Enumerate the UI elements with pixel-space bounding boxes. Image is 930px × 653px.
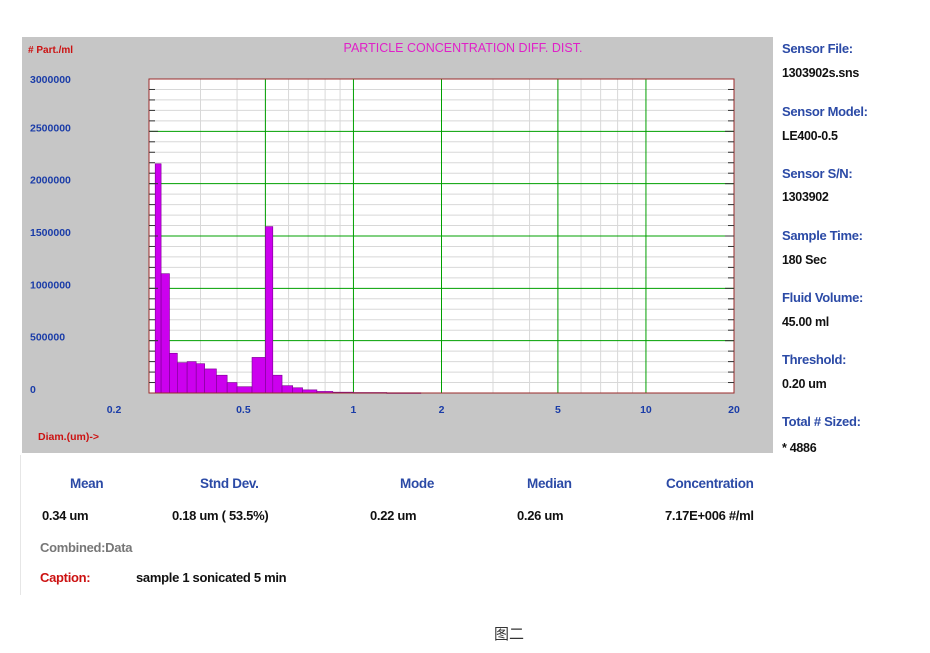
x-tick-label: 20 — [728, 404, 740, 416]
caption-text: sample 1 sonicated 5 min — [136, 570, 287, 585]
bar-10 — [236, 386, 253, 394]
total-sized-value: * 4886 — [782, 441, 817, 455]
concentration-value: 7.17E+006 #/ml — [665, 508, 754, 523]
bar-1 — [154, 163, 162, 394]
bar-8 — [216, 374, 228, 394]
chart-panel: 3000000 2500000 2000000 1500000 1000000 50000… — [22, 37, 773, 453]
x-tick-label: 0.5 — [236, 404, 251, 416]
sensor-model-value: LE400-0.5 — [782, 129, 838, 143]
y-tick-label: 3000000 — [30, 74, 71, 86]
y-axis-label: # Part./ml — [28, 45, 73, 56]
bar-14 — [281, 385, 294, 394]
caption-label: Caption: — [40, 570, 91, 585]
y-tick-labels: 3000000 2500000 2000000 1500000 1000000 50000… — [30, 74, 71, 396]
y-tick-label: 1500000 — [30, 227, 71, 239]
bar-11 — [251, 357, 266, 394]
y-tick-label: 500000 — [30, 332, 65, 344]
bar-4 — [177, 362, 188, 394]
x-tick-label: 1 — [351, 404, 357, 416]
x-tick-label: 0.2 — [107, 404, 122, 416]
combined-data-label: Combined:Data — [40, 540, 133, 555]
mean-value: 0.34 um — [42, 508, 89, 523]
std-dev-label: Stnd Dev. — [200, 476, 259, 491]
bar-6 — [195, 363, 205, 394]
bar-12 — [265, 226, 274, 394]
concentration-label: Concentration — [666, 476, 754, 491]
fluid-volume-value: 45.00 ml — [782, 315, 829, 329]
std-dev-value: 0.18 um ( 53.5%) — [172, 508, 269, 523]
y-tick-label: 0 — [30, 384, 36, 396]
mean-label: Mean — [70, 476, 104, 491]
bar-9 — [226, 382, 238, 394]
bar-13 — [272, 374, 283, 394]
bar-5 — [186, 361, 197, 394]
bar-7 — [204, 368, 217, 394]
mode-label: Mode — [400, 476, 435, 491]
x-tick-label: 10 — [640, 404, 652, 416]
mode-value: 0.22 um — [370, 508, 417, 523]
y-tick-label: 2000000 — [30, 175, 71, 187]
x-tick-label: 2 — [439, 404, 445, 416]
sensor-sn-value: 1303902 — [782, 190, 829, 204]
sensor-file-label: Sensor File: — [782, 41, 853, 56]
bar-15 — [292, 387, 303, 394]
left-divider — [20, 455, 21, 595]
x-axis-label: Diam.(um)-> — [38, 431, 99, 443]
chart-title: PARTICLE CONCENTRATION DIFF. DIST. — [344, 41, 583, 55]
sample-time-label: Sample Time: — [782, 228, 863, 243]
bar-3 — [169, 352, 178, 394]
sensor-model-label: Sensor Model: — [782, 104, 868, 119]
threshold-value: 0.20 um — [782, 377, 827, 391]
threshold-label: Threshold: — [782, 352, 847, 367]
chart-svg: 3000000 2500000 2000000 1500000 1000000 50000… — [28, 41, 740, 443]
figure-caption: 图二 — [494, 625, 525, 643]
sensor-file-value: 1303902s.sns — [782, 66, 860, 80]
fluid-volume-label: Fluid Volume: — [782, 290, 864, 305]
sensor-sn-label: Sensor S/N: — [782, 166, 853, 181]
x-tick-labels: 0.2 0.5 1 2 5 10 20 — [107, 404, 740, 416]
total-sized-label: Total # Sized: — [782, 414, 861, 429]
x-tick-label: 5 — [555, 404, 561, 416]
sample-time-value: 180 Sec — [782, 253, 827, 267]
median-label: Median — [527, 476, 572, 491]
bar-2 — [160, 273, 170, 394]
y-tick-label: 1000000 — [30, 279, 71, 291]
median-value: 0.26 um — [517, 508, 564, 523]
y-tick-label: 2500000 — [30, 122, 71, 134]
